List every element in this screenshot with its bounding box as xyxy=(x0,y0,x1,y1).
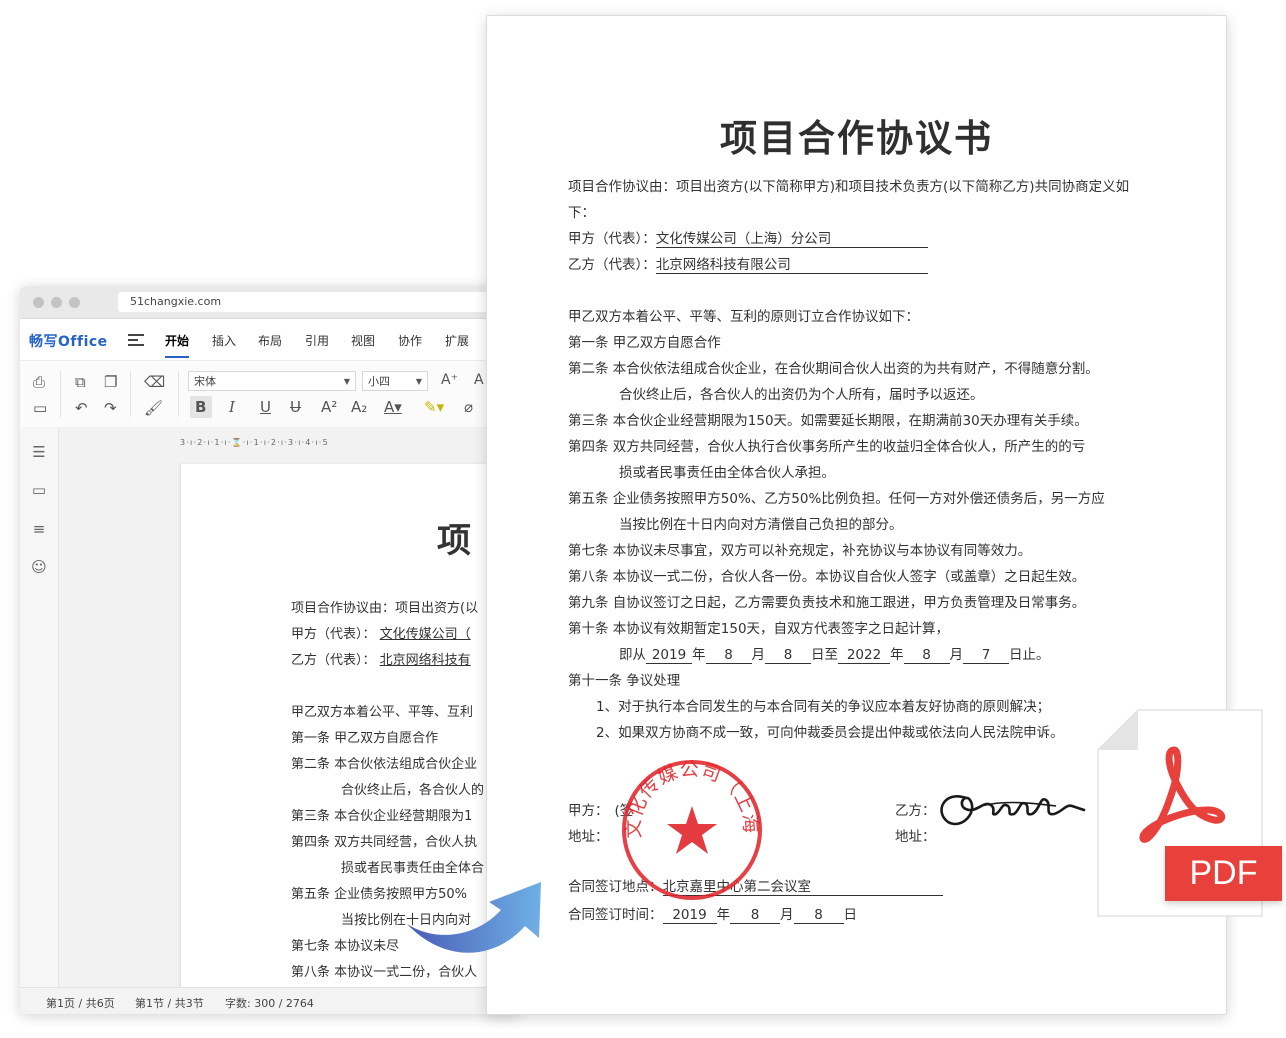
editor-line: 甲乙双方本着公平、平等、互利 xyxy=(291,705,474,720)
pdf-format-label: PDF xyxy=(1165,846,1282,901)
save-icon[interactable]: ▭ xyxy=(33,399,47,417)
clause-11: 第十一条 争议处理 xyxy=(568,673,681,689)
superscript-icon[interactable]: A² xyxy=(321,398,337,416)
section-counter: 第1节 / 共3节 xyxy=(135,997,204,1010)
italic-icon[interactable]: I xyxy=(229,398,235,416)
tab-references[interactable]: 引用 xyxy=(305,332,329,349)
party-a-value: 文化传媒公司（上海）分公司 xyxy=(655,227,928,248)
editor-line: 损或者民事责任由全体合 xyxy=(341,861,485,876)
chat-icon[interactable]: ☺ xyxy=(30,558,48,576)
clause-line: 第八条 本协议一式二份，合伙人各一份。本协议自合伙人签字（或盖章）之日起生效。 xyxy=(568,569,1086,585)
horizontal-ruler[interactable]: 3·ı·2·ı·1·ı·⌛·ı·1·ı·2·ı·3·ı·4·ı·5 xyxy=(180,438,520,452)
address-a-label: 地址： xyxy=(568,829,609,845)
redo-icon[interactable]: ↷ xyxy=(104,399,117,417)
party-a-line: 甲方（代表）：文化传媒公司（上海）分公司 xyxy=(568,227,928,248)
paste-icon[interactable]: ❐ xyxy=(104,373,117,391)
clause-line: 第四条 双方共同经营，合伙人执行合伙事务所产生的收益归全体合伙人，所产生的的亏 xyxy=(568,439,1086,455)
clear-format-icon[interactable]: ⌀ xyxy=(464,398,473,416)
tab-insert[interactable]: 插入 xyxy=(212,332,236,349)
font-size-value: 小四 xyxy=(368,375,390,388)
editor-line: 第二条 本合伙依法组成合伙企业 xyxy=(291,757,478,772)
clause-line: 第七条 本协议未尽事宜，双方可以补充规定，补充协议与本协议有同等效力。 xyxy=(568,543,1032,559)
strikethrough-icon[interactable]: U xyxy=(290,398,301,416)
decrease-font-icon[interactable]: A xyxy=(474,371,484,389)
company-seal-stamp: 文化传媒公司（上海）分公司 xyxy=(620,758,762,900)
tab-view[interactable]: 视图 xyxy=(351,332,375,349)
clause-line: 第十条 本协议有效期暂定150天，自双方代表签字之日起计算， xyxy=(568,621,950,637)
page-counter: 第1页 / 共6页 xyxy=(46,997,115,1010)
minimize-window-button[interactable] xyxy=(51,297,62,308)
dispute-item: 1、对于执行本合同发生的与本合同有关的争议应本着友好协商的原则解决； xyxy=(596,699,1051,715)
word-counter: 字数: 300 / 2764 xyxy=(225,997,314,1010)
subscript-icon[interactable]: A₂ xyxy=(351,398,367,416)
address-bar[interactable]: 51changxie.com xyxy=(118,292,520,312)
menu-bar: 畅写Office 开始 插入 布局 引用 视图 协作 扩展 xyxy=(20,319,520,359)
font-color-icon[interactable]: A▾ xyxy=(384,398,402,416)
underline-icon[interactable]: U xyxy=(260,398,271,416)
tab-collaborate[interactable]: 协作 xyxy=(398,332,422,349)
convert-arrow-icon xyxy=(407,882,541,953)
outline-icon[interactable]: ☰ xyxy=(30,443,48,461)
status-bar: 第1页 / 共6页 第1节 / 共3节 字数: 300 / 2764 xyxy=(20,987,520,1014)
editor-line: 第七条 本协议未尽 xyxy=(291,939,400,954)
font-name-select[interactable]: 宋体 ▼ xyxy=(188,371,356,391)
bold-icon[interactable]: B xyxy=(195,398,206,416)
copy-icon[interactable]: ⧉ xyxy=(75,373,86,391)
clause-line: 第一条 甲乙双方自愿合作 xyxy=(568,335,721,351)
undo-icon[interactable]: ↶ xyxy=(75,399,88,417)
close-window-button[interactable] xyxy=(33,297,44,308)
clause-line: 合伙终止后，各合伙人的出资仍为个人所有，届时予以返还。 xyxy=(619,387,984,403)
clause-line: 第二条 本合伙依法组成合伙企业，在合伙期间合伙人出资的为共有财产，不得随意分割。 xyxy=(568,361,1099,377)
editor-line: 第三条 本合伙企业经营期限为1 xyxy=(291,809,473,824)
tab-extend[interactable]: 扩展 xyxy=(445,332,469,349)
editor-line: 项目合作协议由：项目出资方(以 xyxy=(291,601,479,616)
maximize-window-button[interactable] xyxy=(69,297,80,308)
hamburger-menu-icon[interactable] xyxy=(128,334,144,346)
eraser-icon[interactable]: ⌫ xyxy=(144,373,165,391)
font-size-select[interactable]: 小四 ▼ xyxy=(362,371,428,391)
comment-icon[interactable]: ▭ xyxy=(30,481,48,499)
increase-font-icon[interactable]: A⁺ xyxy=(441,371,458,389)
editor-doc-title: 项 xyxy=(437,521,471,561)
chevron-down-icon: ▼ xyxy=(415,377,422,386)
editor-line: 甲方（代表）： 文化传媒公司（ xyxy=(291,627,471,642)
document-title: 项目合作协议书 xyxy=(720,117,993,160)
signing-time: 合同签订时间： 2019 年 8 月 8 日 xyxy=(568,907,857,924)
party-b-value: 北京网络科技有限公司 xyxy=(655,253,928,274)
highlight-icon[interactable]: ✎▾ xyxy=(424,398,444,416)
active-tab-indicator xyxy=(165,356,189,358)
editor-line: 乙方（代表）： 北京网络科技有 xyxy=(291,653,471,668)
format-painter-icon[interactable]: 🖌 xyxy=(144,399,163,417)
clause-line: 损或者民事责任由全体合伙人承担。 xyxy=(619,465,835,481)
print-icon[interactable]: ⎙ xyxy=(33,373,45,391)
sign-b-label: 乙方： xyxy=(895,803,936,819)
clause-line: 第九条 自协议签订之日起，乙方需要负责技术和施工跟进，甲方负责管理及日常事务。 xyxy=(568,595,1086,611)
tab-layout[interactable]: 布局 xyxy=(258,332,282,349)
toolbar: ⎙ ▭ ⧉ ❐ ↶ ↷ ⌫ 🖌 宋体 ▼ 小四 ▼ A⁺ A xyxy=(20,360,520,428)
navigation-icon[interactable]: ≡ xyxy=(30,520,48,538)
clause-line: 第五条 企业债务按照甲方50%、乙方50%比例负担。任何一方对外偿还债务后，另一… xyxy=(568,491,1105,507)
clause-line: 当按比例在十日内向对方清偿自己负担的部分。 xyxy=(619,517,903,533)
party-b-label: 乙方（代表）： xyxy=(568,257,656,273)
address-b-label: 地址： xyxy=(895,829,936,845)
handwritten-signature xyxy=(940,795,1086,826)
font-name-value: 宋体 xyxy=(194,375,216,388)
party-b-line: 乙方（代表）：北京网络科技有限公司 xyxy=(568,253,928,274)
tab-home[interactable]: 开始 xyxy=(165,332,189,349)
intro-line: 下： xyxy=(568,205,595,221)
editor-line: 第一条 甲乙双方自愿合作 xyxy=(291,731,439,746)
intro-line: 项目合作协议由：项目出资方(以下简称甲方)和项目技术负责方(以下简称乙方)共同协… xyxy=(568,179,1130,195)
left-sidebar: ☰ ▭ ≡ ☺ xyxy=(20,427,59,987)
dispute-item: 2、如果双方协商不成一致，可向仲裁委员会提出仲裁或依法向人民法院申诉。 xyxy=(596,725,1064,741)
party-a-label: 甲方（代表）： xyxy=(568,231,656,247)
validity-period: 即从 2019 年 8 月 8 日至 2022 年 8 月 7 日止。 xyxy=(619,647,1050,664)
editor-line: 合伙终止后，各合伙人的 xyxy=(341,783,485,798)
editor-line: 第四条 双方共同经营，合伙人执 xyxy=(291,835,478,850)
preamble: 甲乙双方本着公平、平等、互利的原则订立合作协议如下： xyxy=(568,309,919,325)
app-logo: 畅写Office xyxy=(29,334,108,350)
chevron-down-icon: ▼ xyxy=(343,377,350,386)
clause-line: 第三条 本合伙企业经营期限为150天。如需要延长期限，在期满前30天办理有关手续… xyxy=(568,413,1088,429)
browser-titlebar: 51changxie.com xyxy=(20,286,520,319)
